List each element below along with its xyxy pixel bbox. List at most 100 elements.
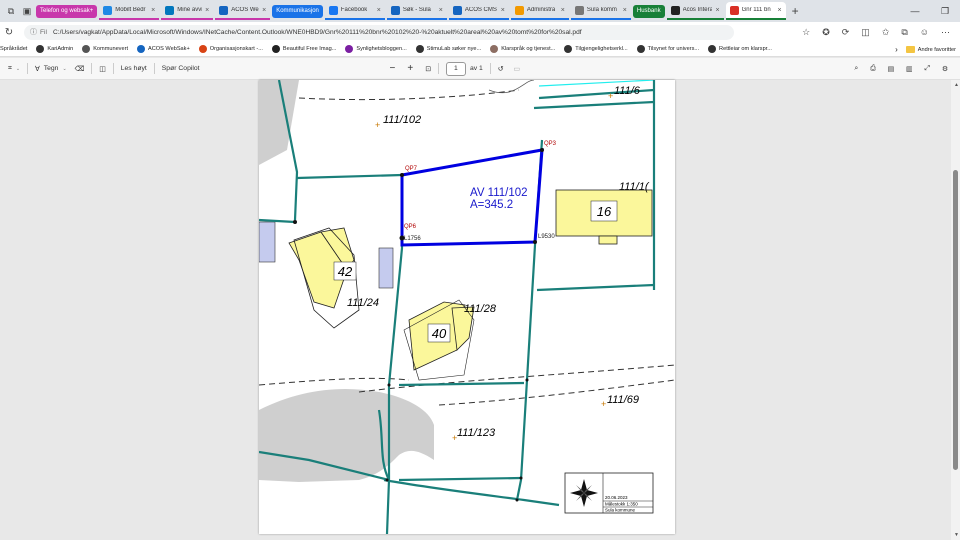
print-icon[interactable]: ⎙ — [870, 65, 875, 73]
other-favorites-folder[interactable]: Andre favoritter — [905, 46, 956, 53]
tab-favicon-icon — [670, 5, 680, 15]
divider — [112, 63, 114, 74]
divider — [91, 63, 93, 74]
tab-group-label[interactable]: Telefon og websak+ — [36, 4, 98, 18]
fit-page-icon[interactable]: ⊡ — [425, 65, 431, 73]
favorite-link[interactable]: Organisasjonskart -... — [198, 45, 263, 53]
favorite-link[interactable]: Klarspråk og tjenest... — [490, 45, 555, 53]
close-tab-icon[interactable]: × — [262, 7, 266, 14]
favorite-link[interactable]: Synlighetsbloggen... — [345, 45, 407, 53]
highlight-tool[interactable]: ⌗ ⌄ — [8, 65, 20, 73]
draw-tool[interactable]: ∀ Tegn ⌄ — [35, 65, 67, 73]
close-tab-icon[interactable]: × — [623, 7, 627, 14]
tab-label: Mobilt Bedr — [115, 7, 146, 13]
eraser-icon: ⌫ — [74, 65, 85, 73]
folder-icon — [905, 46, 915, 53]
legend-municipality: Sula kommune — [605, 508, 636, 513]
favorite-icon — [490, 45, 499, 53]
workspaces-icon[interactable]: ⧉ — [4, 4, 18, 18]
page-view-icon[interactable]: ▭ — [514, 65, 520, 73]
browser-tab[interactable]: ACOS CMS × — [448, 2, 509, 20]
search-icon[interactable]: ⌕ — [854, 65, 858, 73]
legend-date: 20.06.2023 — [605, 495, 628, 500]
url-field[interactable]: ⓘ Fil C:/Users/vagkat/AppData/Local/Micr… — [24, 24, 734, 40]
more-icon[interactable]: ⋯ — [941, 27, 950, 38]
browser-tab[interactable]: Administra × — [510, 2, 569, 20]
browser-tab[interactable]: Mine avvik× — [161, 2, 214, 20]
favorite-icon — [345, 45, 354, 53]
chevron-right-icon[interactable]: › — [895, 45, 898, 54]
scroll-thumb[interactable] — [953, 170, 958, 470]
settings-icon[interactable]: ⚙ — [942, 65, 948, 73]
favorite-link[interactable]: Kommunevert — [82, 45, 128, 53]
close-tab-icon[interactable]: × — [439, 7, 443, 14]
fullscreen-icon[interactable]: ⤢ — [924, 65, 929, 73]
refresh-icon[interactable]: ↻ — [0, 27, 18, 38]
close-tab-icon[interactable]: × — [715, 7, 719, 14]
point-label-l9530: L9530 — [538, 234, 555, 240]
favorite-link[interactable]: Språkrådet — [0, 46, 27, 52]
favorites-icon[interactable]: ✩ — [882, 27, 890, 38]
browser-tab[interactable]: Mobilt Bedr × — [99, 2, 160, 20]
scroll-down-icon[interactable]: ▼ — [954, 532, 959, 538]
browser-tab[interactable]: Sula komm × — [570, 2, 631, 20]
browser-tab[interactable]: Søk - Sula × — [386, 2, 447, 20]
scroll-up-icon[interactable]: ▲ — [954, 82, 959, 88]
browser-tab[interactable]: ACOS WebS× — [215, 2, 271, 20]
minimize-icon[interactable]: — — [900, 0, 930, 22]
read-aloud-button[interactable]: Les høyt — [121, 65, 147, 72]
close-tab-icon[interactable]: × — [777, 7, 781, 14]
page-navigation: 1 av 1 — [445, 61, 483, 76]
favorite-link[interactable]: Tilgjengelighetserkl... — [564, 45, 628, 53]
map-canvas: 16 42 40 111/102 111/6 111/1( 111/24 111… — [259, 80, 675, 534]
zoom-out-button[interactable]: − — [390, 63, 396, 74]
browser-tab[interactable]: Acos Intera × — [666, 2, 724, 20]
restore-icon[interactable]: ❐ — [930, 0, 960, 22]
profile-icon[interactable]: ☺ — [920, 27, 929, 38]
area-title: AV 111/102 — [470, 187, 528, 199]
favorite-link[interactable]: Rettleiar om klarspr... — [708, 45, 772, 53]
collections-icon[interactable]: ⧉ — [901, 27, 907, 38]
close-tab-icon[interactable]: × — [205, 7, 209, 14]
favorite-link[interactable]: StimuLab søker nye... — [415, 45, 482, 53]
refresh-extension-icon[interactable]: ⟳ — [842, 27, 850, 38]
vertical-scrollbar[interactable]: ▲ ▼ — [951, 80, 960, 540]
favorite-label: Kommunevert — [93, 46, 129, 52]
favorite-link[interactable]: Tilsynet for univers... — [636, 45, 700, 53]
tab-group-label[interactable]: Kommunikasjon — [272, 4, 323, 18]
favorite-label: Tilsynet for univers... — [647, 46, 700, 52]
tab-favicon-icon — [390, 5, 400, 15]
copilot-button[interactable]: Spør Copilot — [162, 65, 200, 72]
page-number-input[interactable]: 1 — [445, 61, 466, 76]
tab-actions-icon[interactable]: ▣ — [20, 4, 34, 18]
view-toggle[interactable]: ◫ — [99, 65, 105, 73]
eraser-tool[interactable]: ⌫ — [75, 65, 85, 73]
parcel-label-111-123: 111/123 — [457, 427, 496, 439]
split-screen-icon[interactable]: ◫ — [861, 27, 870, 38]
close-tab-icon[interactable]: × — [501, 7, 505, 14]
right-actions: ⌕ ⎙ ▤ ▥ ⤢ ⚙ — [854, 65, 948, 73]
save-icon[interactable]: ▤ — [888, 65, 894, 73]
favorite-star-icon[interactable]: ☆ — [802, 27, 810, 38]
zoom-in-button[interactable]: + — [407, 63, 413, 74]
browser-tab[interactable]: Facebook × — [324, 2, 385, 20]
favorite-icon — [36, 45, 45, 53]
point-label-qp3: QP3 — [544, 141, 557, 147]
favorite-link[interactable]: Beautiful Free Imag... — [271, 45, 336, 53]
tab-favicon-icon — [452, 5, 462, 15]
save-as-icon[interactable]: ▥ — [906, 65, 912, 73]
rotate-icon[interactable]: ↺ — [498, 65, 504, 73]
favorite-link[interactable]: ACOS WebSak+ — [137, 45, 190, 53]
tabs: Telefon og websak+Mobilt Bedr×Mine avvik… — [36, 2, 786, 20]
tab-favicon-icon — [103, 5, 113, 15]
tab-group-label[interactable]: Husbank — [632, 4, 665, 18]
url-text: C:/Users/vagkat/AppData/Local/Microsoft/… — [52, 28, 582, 36]
extension-icon[interactable]: ✪ — [822, 27, 830, 38]
close-tab-icon[interactable]: × — [561, 7, 565, 14]
favorite-link[interactable]: KariAdmin — [36, 45, 73, 53]
close-tab-icon[interactable]: × — [151, 7, 155, 14]
close-tab-icon[interactable]: × — [377, 7, 381, 14]
favorite-label: StimuLab søker nye... — [426, 46, 482, 52]
browser-tab[interactable]: Gnr 111 bn × — [725, 2, 786, 20]
new-tab-icon[interactable]: + — [788, 4, 803, 18]
